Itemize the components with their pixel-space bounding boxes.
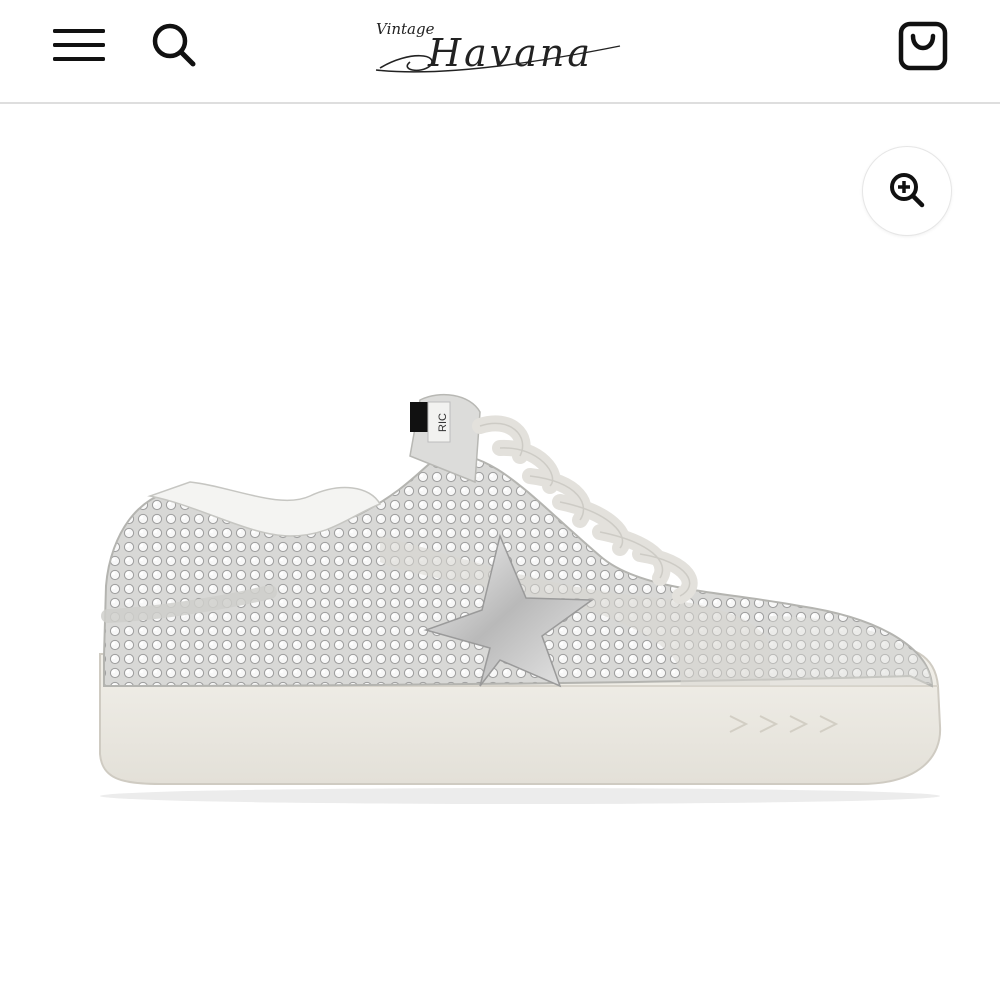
zoom-button[interactable] [862,146,952,236]
search-button[interactable] [146,18,202,74]
sneaker-illustration: RIC [99,393,942,804]
menu-button[interactable] [46,20,112,72]
site-header: Vintage Havana Vintage Havana [0,0,1000,104]
logo-main-label: Havana [427,31,593,75]
logo-small-label: Vintage [376,20,435,38]
search-icon [150,21,198,72]
site-logo[interactable]: Vintage Havana Vintage Havana [370,10,630,86]
shopping-bag-icon [897,20,949,75]
hamburger-menu-icon [51,25,107,68]
cart-button[interactable] [892,16,954,78]
product-gallery: RIC [0,106,1000,1000]
zoom-in-icon [887,170,927,213]
product-image[interactable]: RIC [80,386,960,806]
tongue-label: RIC [437,413,449,432]
